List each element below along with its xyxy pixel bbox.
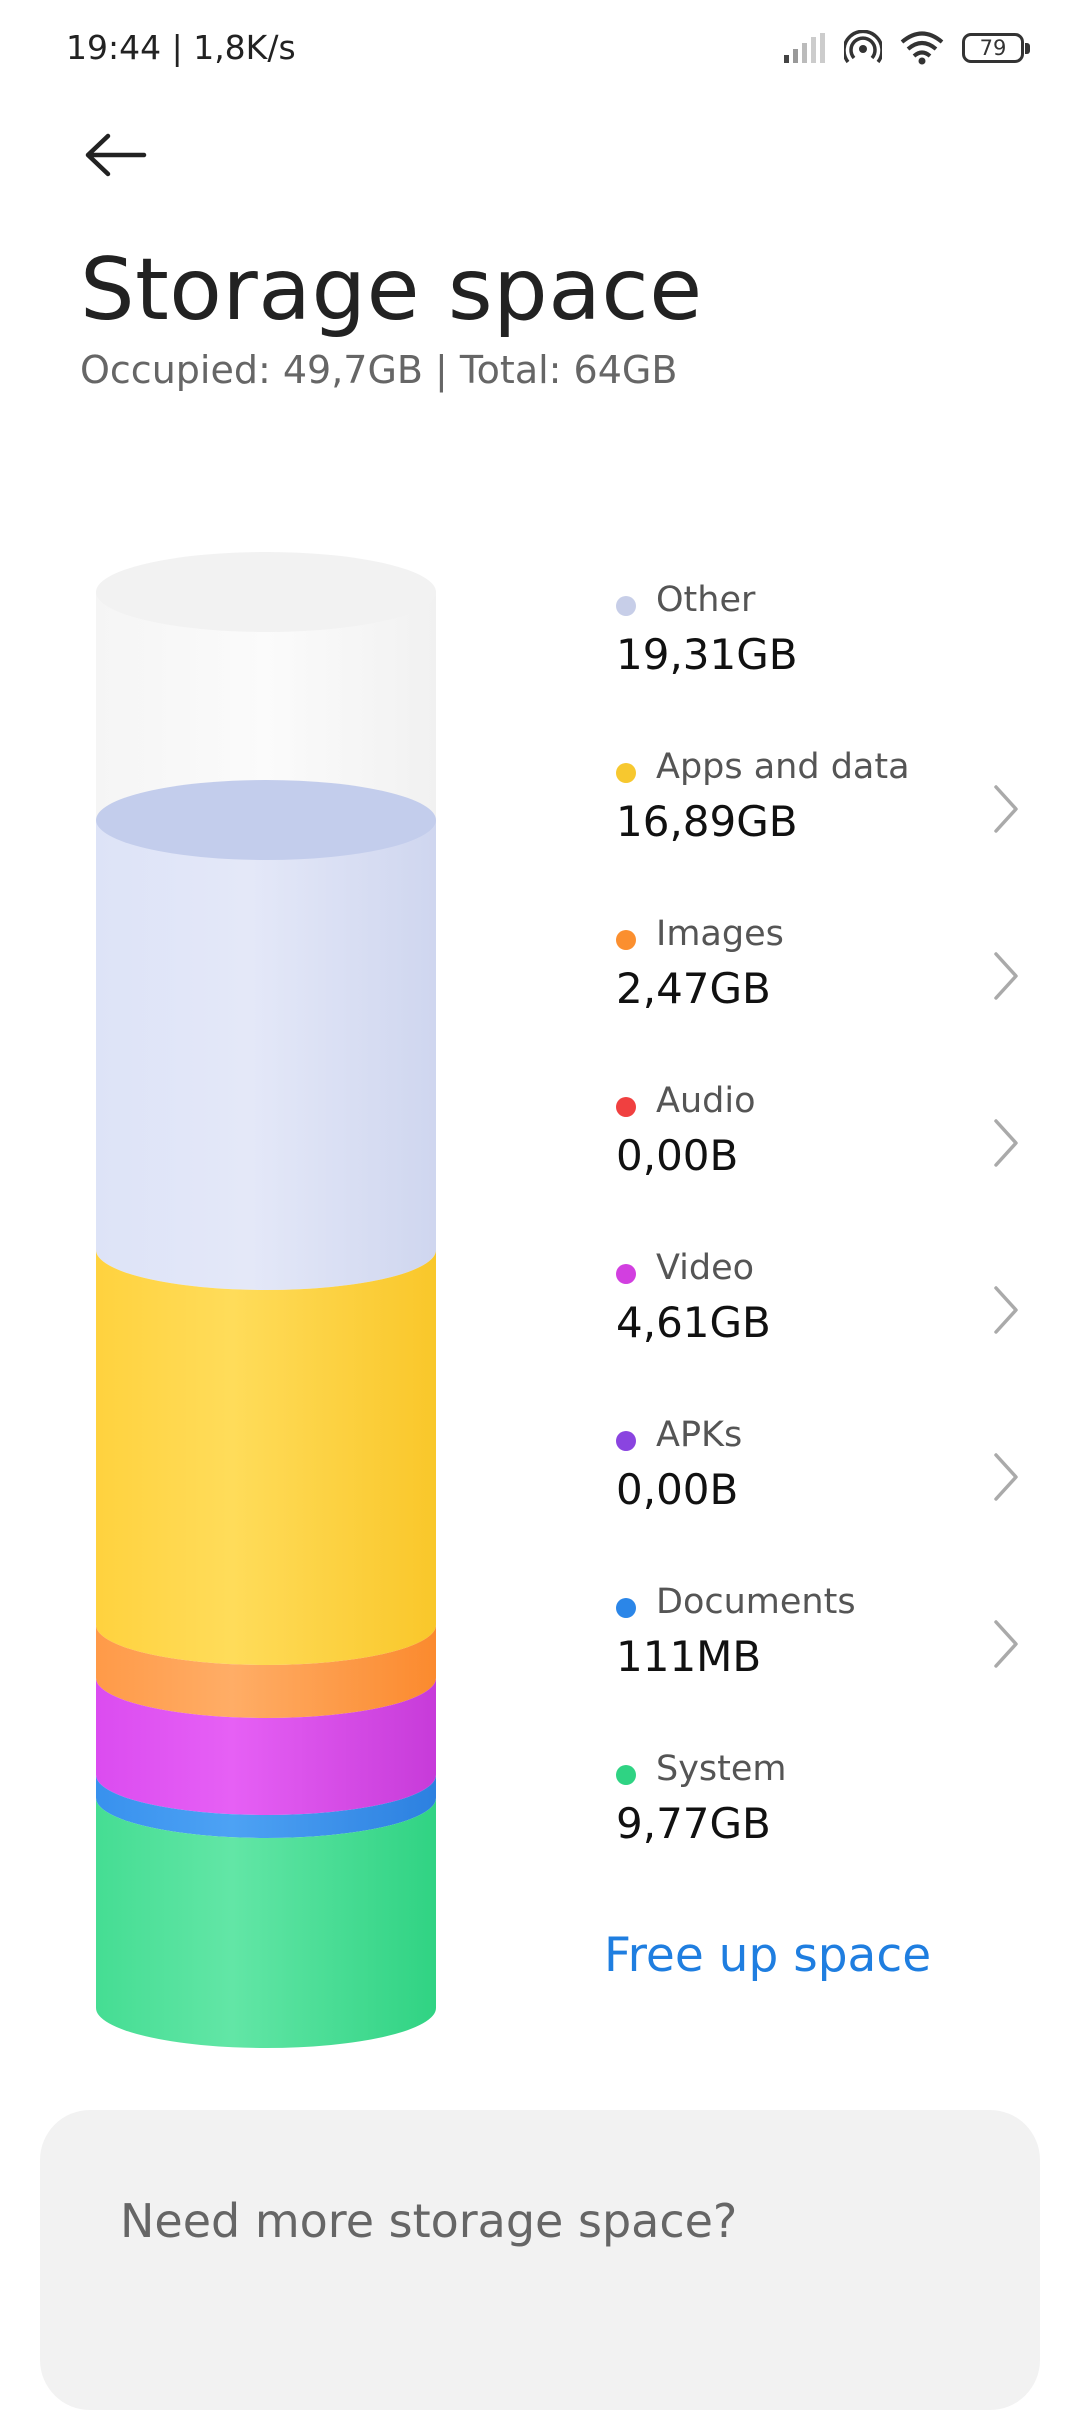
legend-label: APKs bbox=[656, 1415, 743, 1455]
chevron-right-icon bbox=[994, 1620, 1018, 1668]
legend-item-images[interactable]: Images 2,47GB bbox=[616, 914, 1026, 1081]
legend-value: 4,61GB bbox=[616, 1298, 771, 1347]
legend-label: Apps and data bbox=[656, 747, 910, 787]
legend-item-apks[interactable]: APKs 0,00B bbox=[616, 1415, 1026, 1582]
legend-item-video[interactable]: Video 4,61GB bbox=[616, 1248, 1026, 1415]
more-storage-title: Need more storage space? bbox=[120, 2194, 738, 2248]
legend-label: Audio bbox=[656, 1081, 756, 1121]
legend-value: 111MB bbox=[616, 1632, 762, 1681]
legend-value: 2,47GB bbox=[616, 964, 771, 1013]
battery-icon: 79 bbox=[962, 33, 1030, 63]
legend-label: Other bbox=[656, 580, 756, 620]
chevron-right-icon bbox=[994, 952, 1018, 1000]
cylinder-segment-other bbox=[96, 780, 436, 1290]
chevron-right-icon bbox=[994, 1286, 1018, 1334]
cylinder-segment-free bbox=[96, 552, 436, 820]
legend-dot-apks bbox=[616, 1431, 636, 1451]
status-bar: 19:44 | 1,8K/s 79 bbox=[0, 0, 1080, 96]
legend-item-documents[interactable]: Documents 111MB bbox=[616, 1582, 1026, 1749]
back-arrow-icon bbox=[85, 133, 147, 177]
legend-value: 0,00B bbox=[616, 1465, 739, 1514]
page-title: Storage space bbox=[80, 240, 703, 340]
status-icons: 79 bbox=[784, 26, 1030, 70]
legend-dot-audio bbox=[616, 1097, 636, 1117]
signal-icon bbox=[784, 33, 825, 63]
battery-level: 79 bbox=[979, 36, 1007, 60]
legend-item-audio[interactable]: Audio 0,00B bbox=[616, 1081, 1026, 1248]
legend-item-system: System 9,77GB bbox=[616, 1749, 1026, 1916]
legend-value: 0,00B bbox=[616, 1131, 739, 1180]
legend-label: System bbox=[656, 1749, 787, 1789]
legend-label: Documents bbox=[656, 1582, 856, 1622]
legend-dot-system bbox=[616, 1765, 636, 1785]
legend-item-apps-and-data[interactable]: Apps and data 16,89GB bbox=[616, 747, 1026, 914]
legend-dot-video bbox=[616, 1264, 636, 1284]
wifi-icon bbox=[900, 31, 944, 65]
status-time-speed: 19:44 | 1,8K/s bbox=[66, 28, 296, 67]
legend-label: Images bbox=[656, 914, 784, 954]
legend-label: Video bbox=[656, 1248, 755, 1288]
legend-dot-other bbox=[616, 596, 636, 616]
storage-summary: Occupied: 49,7GB | Total: 64GB bbox=[80, 348, 678, 392]
storage-cylinder-chart bbox=[96, 552, 436, 2048]
chevron-right-icon bbox=[994, 785, 1018, 833]
legend-dot-documents bbox=[616, 1598, 636, 1618]
hotspot-icon bbox=[844, 30, 882, 64]
legend-value: 9,77GB bbox=[616, 1799, 771, 1848]
cylinder-segment-apps bbox=[96, 1250, 436, 1665]
storage-legend: Other 19,31GB Apps and data 16,89GB Imag… bbox=[616, 580, 1026, 1916]
legend-value: 19,31GB bbox=[616, 630, 798, 679]
back-button[interactable] bbox=[76, 120, 156, 190]
legend-dot-images bbox=[616, 930, 636, 950]
legend-dot-apps bbox=[616, 763, 636, 783]
chevron-right-icon bbox=[994, 1119, 1018, 1167]
chevron-right-icon bbox=[994, 1453, 1018, 1501]
more-storage-card[interactable]: Need more storage space? bbox=[40, 2110, 1040, 2410]
legend-item-other: Other 19,31GB bbox=[616, 580, 1026, 747]
free-up-space-button[interactable]: Free up space bbox=[604, 1928, 931, 1983]
legend-value: 16,89GB bbox=[616, 797, 798, 846]
